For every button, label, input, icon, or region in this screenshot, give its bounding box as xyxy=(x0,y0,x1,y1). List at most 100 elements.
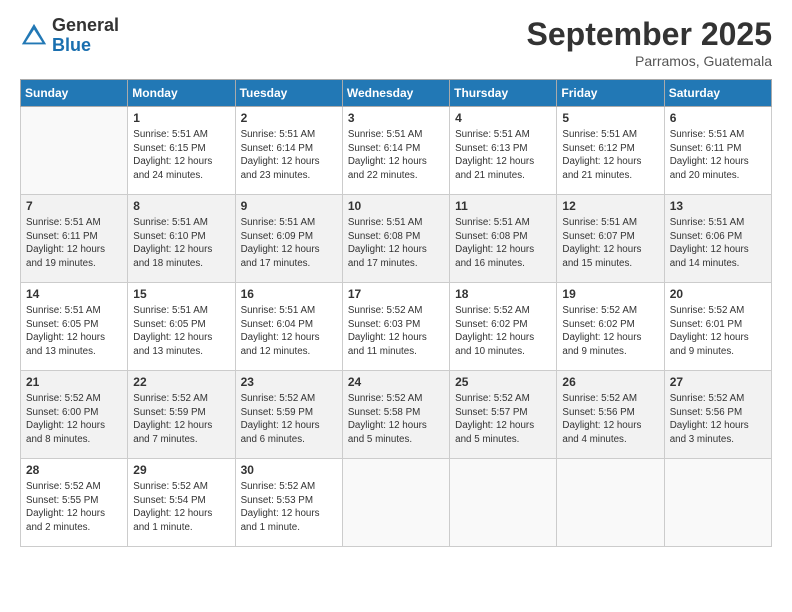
calendar-cell: 24Sunrise: 5:52 AM Sunset: 5:58 PM Dayli… xyxy=(342,371,449,459)
calendar-cell: 9Sunrise: 5:51 AM Sunset: 6:09 PM Daylig… xyxy=(235,195,342,283)
day-number: 15 xyxy=(133,287,229,301)
calendar-cell xyxy=(342,459,449,547)
calendar-cell xyxy=(450,459,557,547)
calendar-cell: 29 Sunrise: 5:52 AM Sunset: 5:54 PM Dayli… xyxy=(128,459,235,547)
calendar-cell: 21 Sunrise: 5:52 AM Sunset: 6:00 PM Dayli… xyxy=(21,371,128,459)
calendar-table: SundayMondayTuesdayWednesdayThursdayFrid… xyxy=(20,79,772,547)
day-number: 22 xyxy=(133,375,229,389)
calendar-cell xyxy=(21,107,128,195)
calendar-cell: 11Sunrise: 5:51 AM Sunset: 6:08 PM Dayli… xyxy=(450,195,557,283)
day-number: 28 xyxy=(26,463,122,477)
header-row: SundayMondayTuesdayWednesdayThursdayFrid… xyxy=(21,80,772,107)
day-number: 19 xyxy=(562,287,658,301)
logo-general: General xyxy=(52,16,119,36)
header-day-wednesday: Wednesday xyxy=(342,80,449,107)
calendar-cell: 27Sunrise: 5:52 AM Sunset: 5:56 PM Dayli… xyxy=(664,371,771,459)
calendar-cell: 23Sunrise: 5:52 AM Sunset: 5:59 PM Dayli… xyxy=(235,371,342,459)
day-info: Sunrise: 5:52 AM Sunset: 6:01 PM Dayligh… xyxy=(670,304,766,359)
calendar-cell: 4 Sunrise: 5:51 AM Sunset: 6:13 PM Daylig… xyxy=(450,107,557,195)
logo-text: General Blue xyxy=(52,16,119,56)
title-block: September 2025 Parramos, Guatemala xyxy=(527,16,772,69)
calendar-cell: 14Sunrise: 5:51 AM Sunset: 6:05 PM Dayli… xyxy=(21,283,128,371)
day-info: Sunrise: 5:52 AM Sunset: 6:02 PM Dayligh… xyxy=(562,304,658,359)
day-number: 23 xyxy=(241,375,337,389)
day-info: Sunrise: 5:52 AM Sunset: 6:03 PM Dayligh… xyxy=(348,304,444,359)
day-number: 6 xyxy=(670,111,766,125)
calendar-cell: 30Sunrise: 5:52 AM Sunset: 5:53 PM Dayli… xyxy=(235,459,342,547)
calendar-cell: 3 Sunrise: 5:51 AM Sunset: 6:14 PM Daylig… xyxy=(342,107,449,195)
day-info: Sunrise: 5:51 AM Sunset: 6:08 PM Dayligh… xyxy=(348,216,444,271)
logo: General Blue xyxy=(20,16,119,56)
logo-blue: Blue xyxy=(52,36,119,56)
day-info: Sunrise: 5:52 AM Sunset: 6:00 PM Dayligh… xyxy=(26,392,122,447)
calendar-cell: 22 Sunrise: 5:52 AM Sunset: 5:59 PM Dayli… xyxy=(128,371,235,459)
calendar-cell: 10Sunrise: 5:51 AM Sunset: 6:08 PM Dayli… xyxy=(342,195,449,283)
day-info: Sunrise: 5:52 AM Sunset: 5:54 PM Dayligh… xyxy=(133,480,229,535)
day-info: Sunrise: 5:51 AM Sunset: 6:14 PM Dayligh… xyxy=(241,128,337,183)
calendar-cell: 16Sunrise: 5:51 AM Sunset: 6:04 PM Dayli… xyxy=(235,283,342,371)
calendar-cell: 8 Sunrise: 5:51 AM Sunset: 6:10 PM Daylig… xyxy=(128,195,235,283)
page-header: General Blue September 2025 Parramos, Gu… xyxy=(20,16,772,69)
calendar-week-5: 28 Sunrise: 5:52 AM Sunset: 5:55 PM Dayli… xyxy=(21,459,772,547)
day-info: Sunrise: 5:51 AM Sunset: 6:14 PM Dayligh… xyxy=(348,128,444,183)
day-number: 4 xyxy=(455,111,551,125)
day-info: Sunrise: 5:52 AM Sunset: 5:59 PM Dayligh… xyxy=(133,392,229,447)
header-day-sunday: Sunday xyxy=(21,80,128,107)
day-number: 11 xyxy=(455,199,551,213)
calendar-cell: 12Sunrise: 5:51 AM Sunset: 6:07 PM Dayli… xyxy=(557,195,664,283)
header-day-monday: Monday xyxy=(128,80,235,107)
month-title: September 2025 xyxy=(527,16,772,53)
day-info: Sunrise: 5:51 AM Sunset: 6:06 PM Dayligh… xyxy=(670,216,766,271)
day-number: 8 xyxy=(133,199,229,213)
calendar-cell: 1 Sunrise: 5:51 AM Sunset: 6:15 PM Daylig… xyxy=(128,107,235,195)
day-number: 14 xyxy=(26,287,122,301)
header-day-thursday: Thursday xyxy=(450,80,557,107)
calendar-week-3: 14 Sunrise: 5:51 AM Sunset: 6:05 PM Dayli… xyxy=(21,283,772,371)
header-day-friday: Friday xyxy=(557,80,664,107)
calendar-cell: 17Sunrise: 5:52 AM Sunset: 6:03 PM Dayli… xyxy=(342,283,449,371)
day-number: 27 xyxy=(670,375,766,389)
header-day-saturday: Saturday xyxy=(664,80,771,107)
day-info: Sunrise: 5:51 AM Sunset: 6:04 PM Dayligh… xyxy=(241,304,337,359)
calendar-week-1: 1 Sunrise: 5:51 AM Sunset: 6:15 PM Daylig… xyxy=(21,107,772,195)
calendar-cell: 13Sunrise: 5:51 AM Sunset: 6:06 PM Dayli… xyxy=(664,195,771,283)
day-info: Sunrise: 5:51 AM Sunset: 6:11 PM Dayligh… xyxy=(26,216,122,271)
day-info: Sunrise: 5:51 AM Sunset: 6:09 PM Dayligh… xyxy=(241,216,337,271)
day-info: Sunrise: 5:52 AM Sunset: 5:56 PM Dayligh… xyxy=(562,392,658,447)
location-subtitle: Parramos, Guatemala xyxy=(527,53,772,69)
calendar-cell: 19 Sunrise: 5:52 AM Sunset: 6:02 PM Dayli… xyxy=(557,283,664,371)
calendar-cell xyxy=(557,459,664,547)
day-number: 29 xyxy=(133,463,229,477)
calendar-cell: 18 Sunrise: 5:52 AM Sunset: 6:02 PM Dayli… xyxy=(450,283,557,371)
calendar-cell: 6 Sunrise: 5:51 AM Sunset: 6:11 PM Daylig… xyxy=(664,107,771,195)
day-number: 26 xyxy=(562,375,658,389)
day-number: 12 xyxy=(562,199,658,213)
day-number: 24 xyxy=(348,375,444,389)
day-number: 3 xyxy=(348,111,444,125)
calendar-header: SundayMondayTuesdayWednesdayThursdayFrid… xyxy=(21,80,772,107)
day-number: 2 xyxy=(241,111,337,125)
calendar-cell: 25Sunrise: 5:52 AM Sunset: 5:57 PM Dayli… xyxy=(450,371,557,459)
day-info: Sunrise: 5:51 AM Sunset: 6:10 PM Dayligh… xyxy=(133,216,229,271)
day-info: Sunrise: 5:52 AM Sunset: 5:55 PM Dayligh… xyxy=(26,480,122,535)
day-info: Sunrise: 5:52 AM Sunset: 6:02 PM Dayligh… xyxy=(455,304,551,359)
day-info: Sunrise: 5:51 AM Sunset: 6:15 PM Dayligh… xyxy=(133,128,229,183)
calendar-week-2: 7 Sunrise: 5:51 AM Sunset: 6:11 PM Daylig… xyxy=(21,195,772,283)
calendar-cell: 2 Sunrise: 5:51 AM Sunset: 6:14 PM Daylig… xyxy=(235,107,342,195)
day-info: Sunrise: 5:51 AM Sunset: 6:13 PM Dayligh… xyxy=(455,128,551,183)
calendar-week-4: 21 Sunrise: 5:52 AM Sunset: 6:00 PM Dayli… xyxy=(21,371,772,459)
day-number: 7 xyxy=(26,199,122,213)
day-number: 25 xyxy=(455,375,551,389)
day-number: 18 xyxy=(455,287,551,301)
day-number: 30 xyxy=(241,463,337,477)
day-info: Sunrise: 5:51 AM Sunset: 6:11 PM Dayligh… xyxy=(670,128,766,183)
calendar-cell: 20Sunrise: 5:52 AM Sunset: 6:01 PM Dayli… xyxy=(664,283,771,371)
day-number: 5 xyxy=(562,111,658,125)
day-number: 21 xyxy=(26,375,122,389)
calendar-body: 1 Sunrise: 5:51 AM Sunset: 6:15 PM Daylig… xyxy=(21,107,772,547)
calendar-cell xyxy=(664,459,771,547)
day-info: Sunrise: 5:51 AM Sunset: 6:05 PM Dayligh… xyxy=(133,304,229,359)
logo-icon xyxy=(20,22,48,50)
day-number: 1 xyxy=(133,111,229,125)
day-info: Sunrise: 5:51 AM Sunset: 6:12 PM Dayligh… xyxy=(562,128,658,183)
